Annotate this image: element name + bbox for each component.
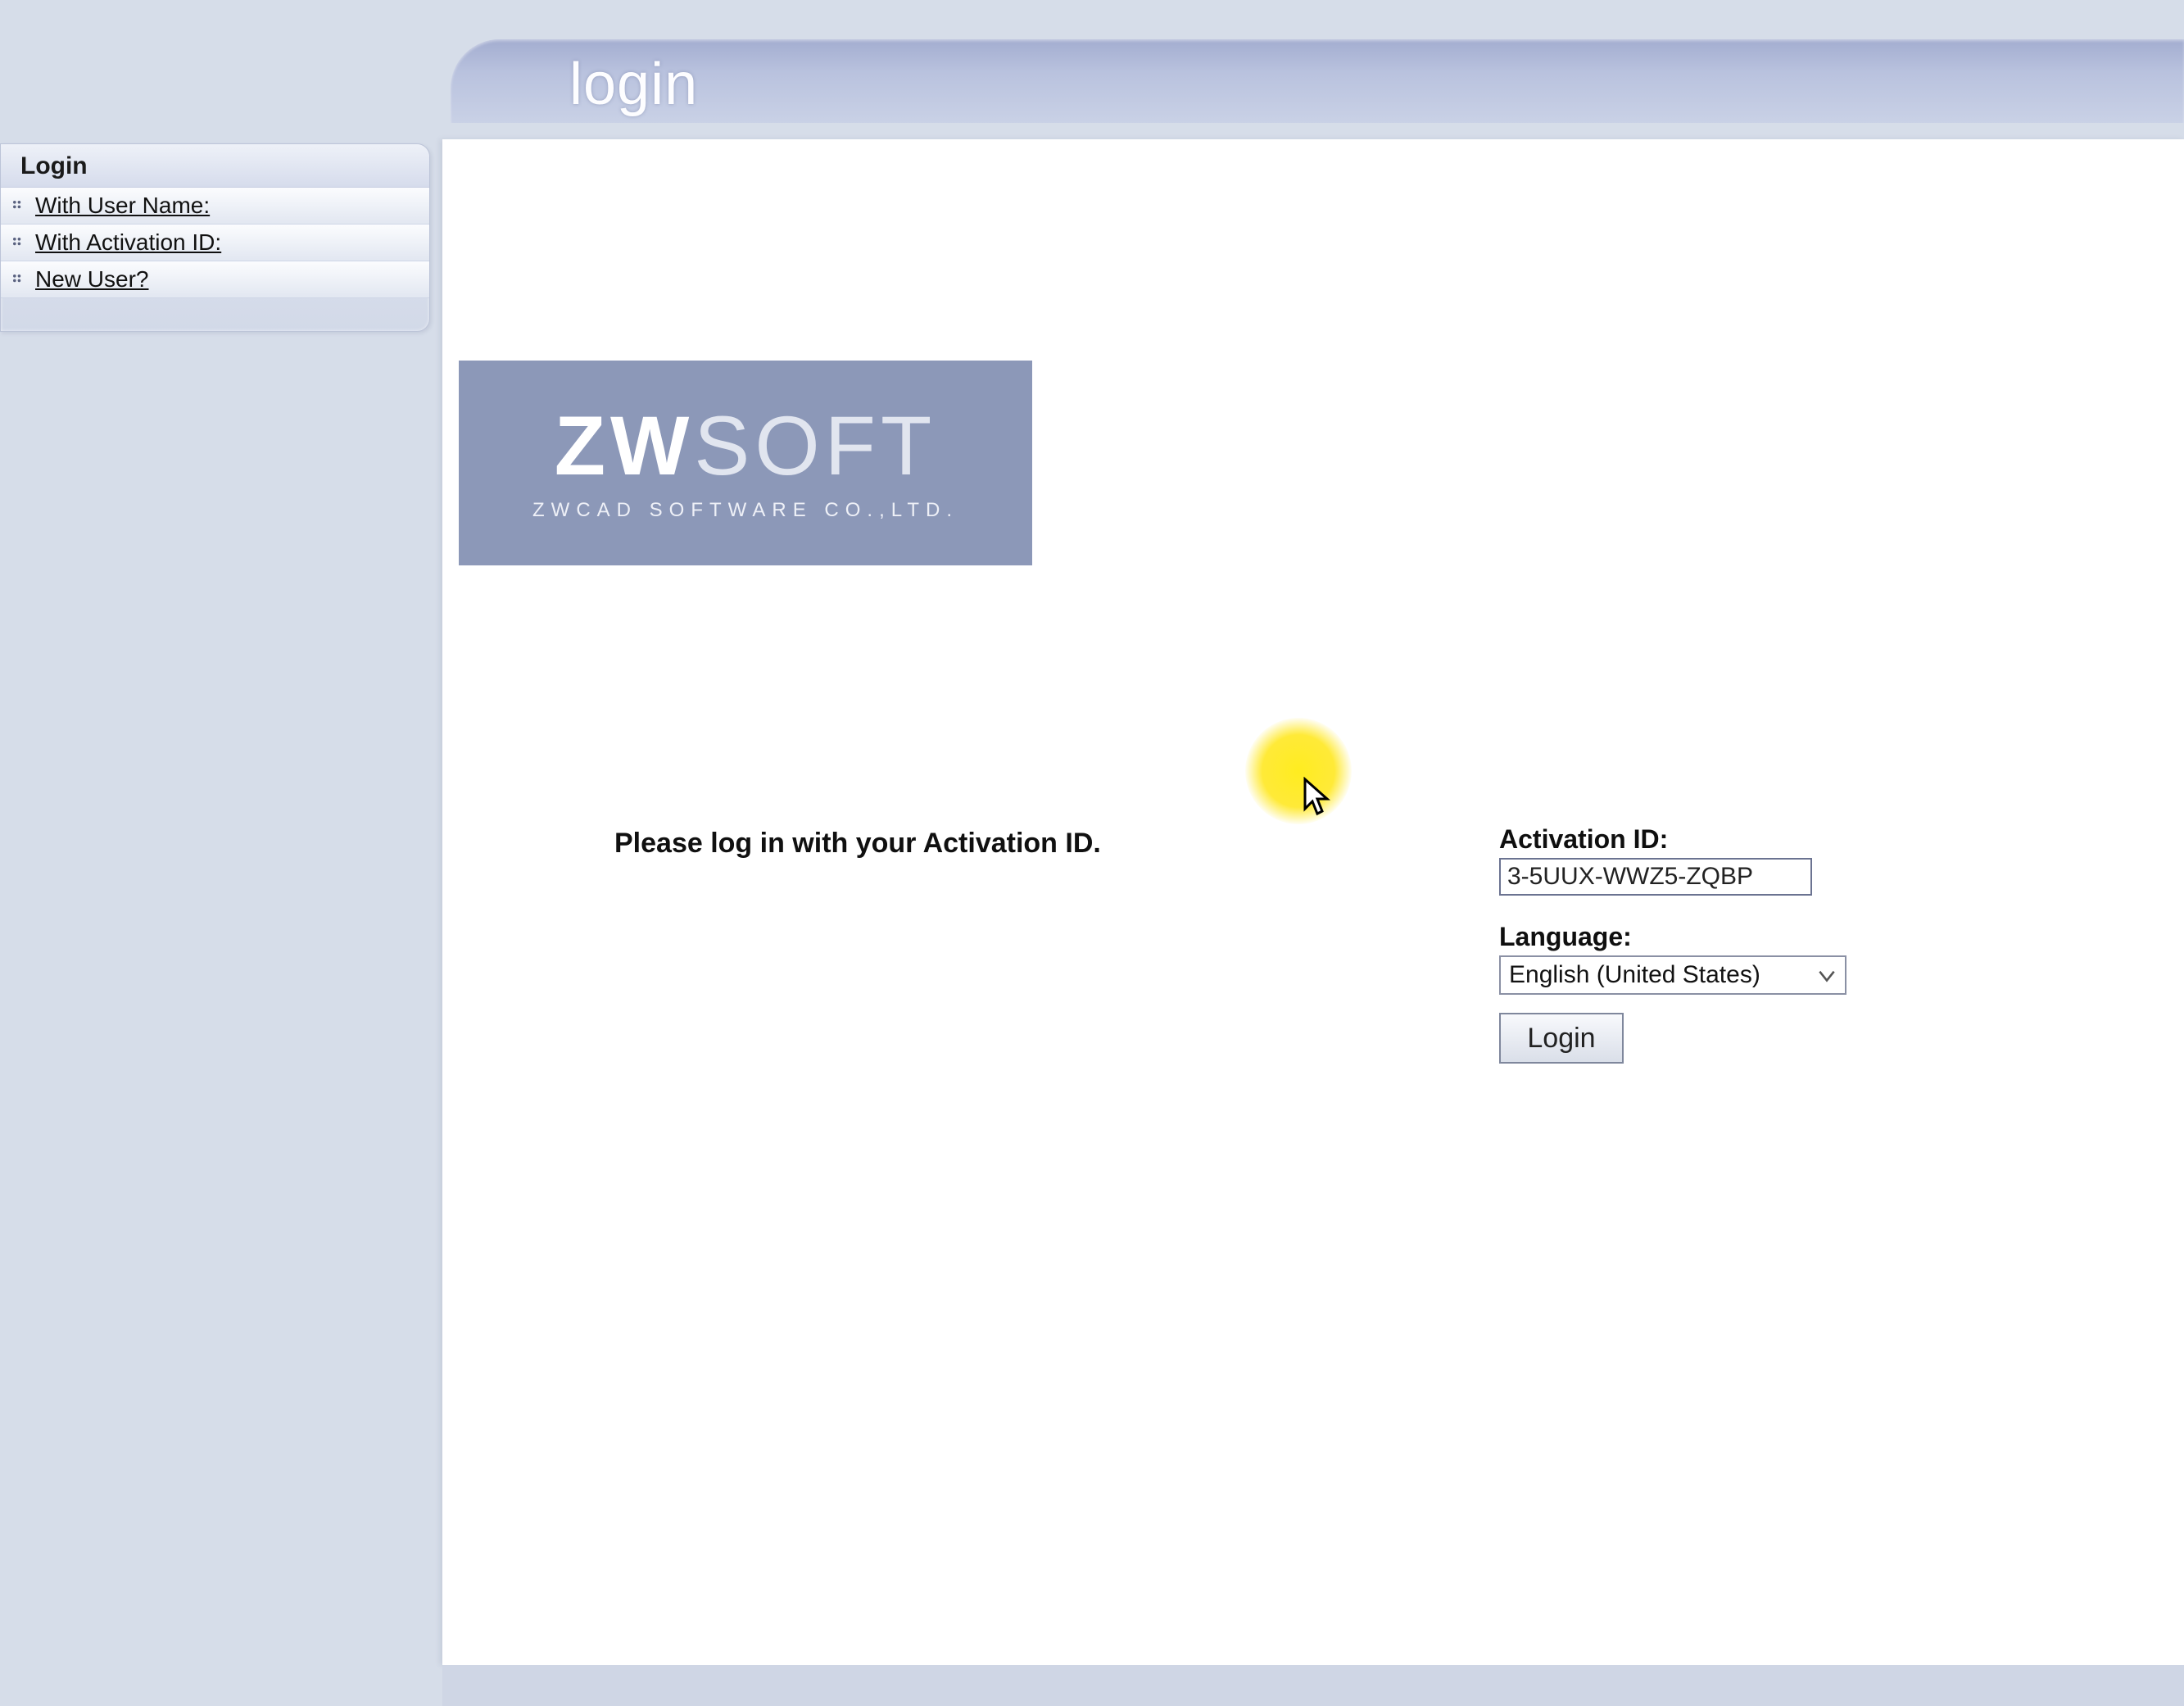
logo-zw: ZW [555, 399, 695, 492]
logo-line1: ZWSOFT [555, 404, 937, 488]
footer-strip [442, 1665, 2184, 1706]
bullet-icon [12, 274, 24, 285]
sidebar-item-with-user-name[interactable]: With User Name: [1, 188, 429, 225]
login-instruction: Please log in with your Activation ID. [614, 828, 1101, 860]
login-button-label: Login [1527, 1023, 1595, 1054]
sidebar-item-label: New User? [35, 266, 148, 293]
content-area: ZWSOFT ZWCAD SOFTWARE CO.,LTD. Please lo… [442, 139, 2184, 1665]
language-selected-value: English (United States) [1501, 961, 1809, 989]
language-select[interactable]: English (United States) [1499, 955, 1846, 995]
header-area: login [0, 0, 2184, 139]
activation-id-input[interactable] [1499, 858, 1812, 896]
sidebar-header: Login [1, 144, 429, 188]
page-title: login [569, 51, 698, 118]
login-form: Activation ID: Language: English (United… [1499, 824, 1846, 1064]
header-bar [451, 39, 2184, 123]
chevron-down-icon [1809, 964, 1845, 986]
language-label: Language: [1499, 922, 1846, 952]
bullet-icon [12, 237, 24, 248]
logo-soft: SOFT [694, 399, 936, 492]
activation-id-label: Activation ID: [1499, 824, 1846, 855]
sidebar-item-label: With Activation ID: [35, 229, 221, 256]
bullet-icon [12, 200, 24, 211]
login-button[interactable]: Login [1499, 1013, 1624, 1064]
sidebar-item-with-activation-id[interactable]: With Activation ID: [1, 225, 429, 261]
sidebar-item-label: With User Name: [35, 193, 210, 219]
brand-logo: ZWSOFT ZWCAD SOFTWARE CO.,LTD. [459, 361, 1032, 565]
sidebar: Login With User Name: With Activation ID… [0, 143, 430, 332]
logo-line2: ZWCAD SOFTWARE CO.,LTD. [532, 499, 958, 522]
sidebar-item-new-user[interactable]: New User? [1, 261, 429, 298]
